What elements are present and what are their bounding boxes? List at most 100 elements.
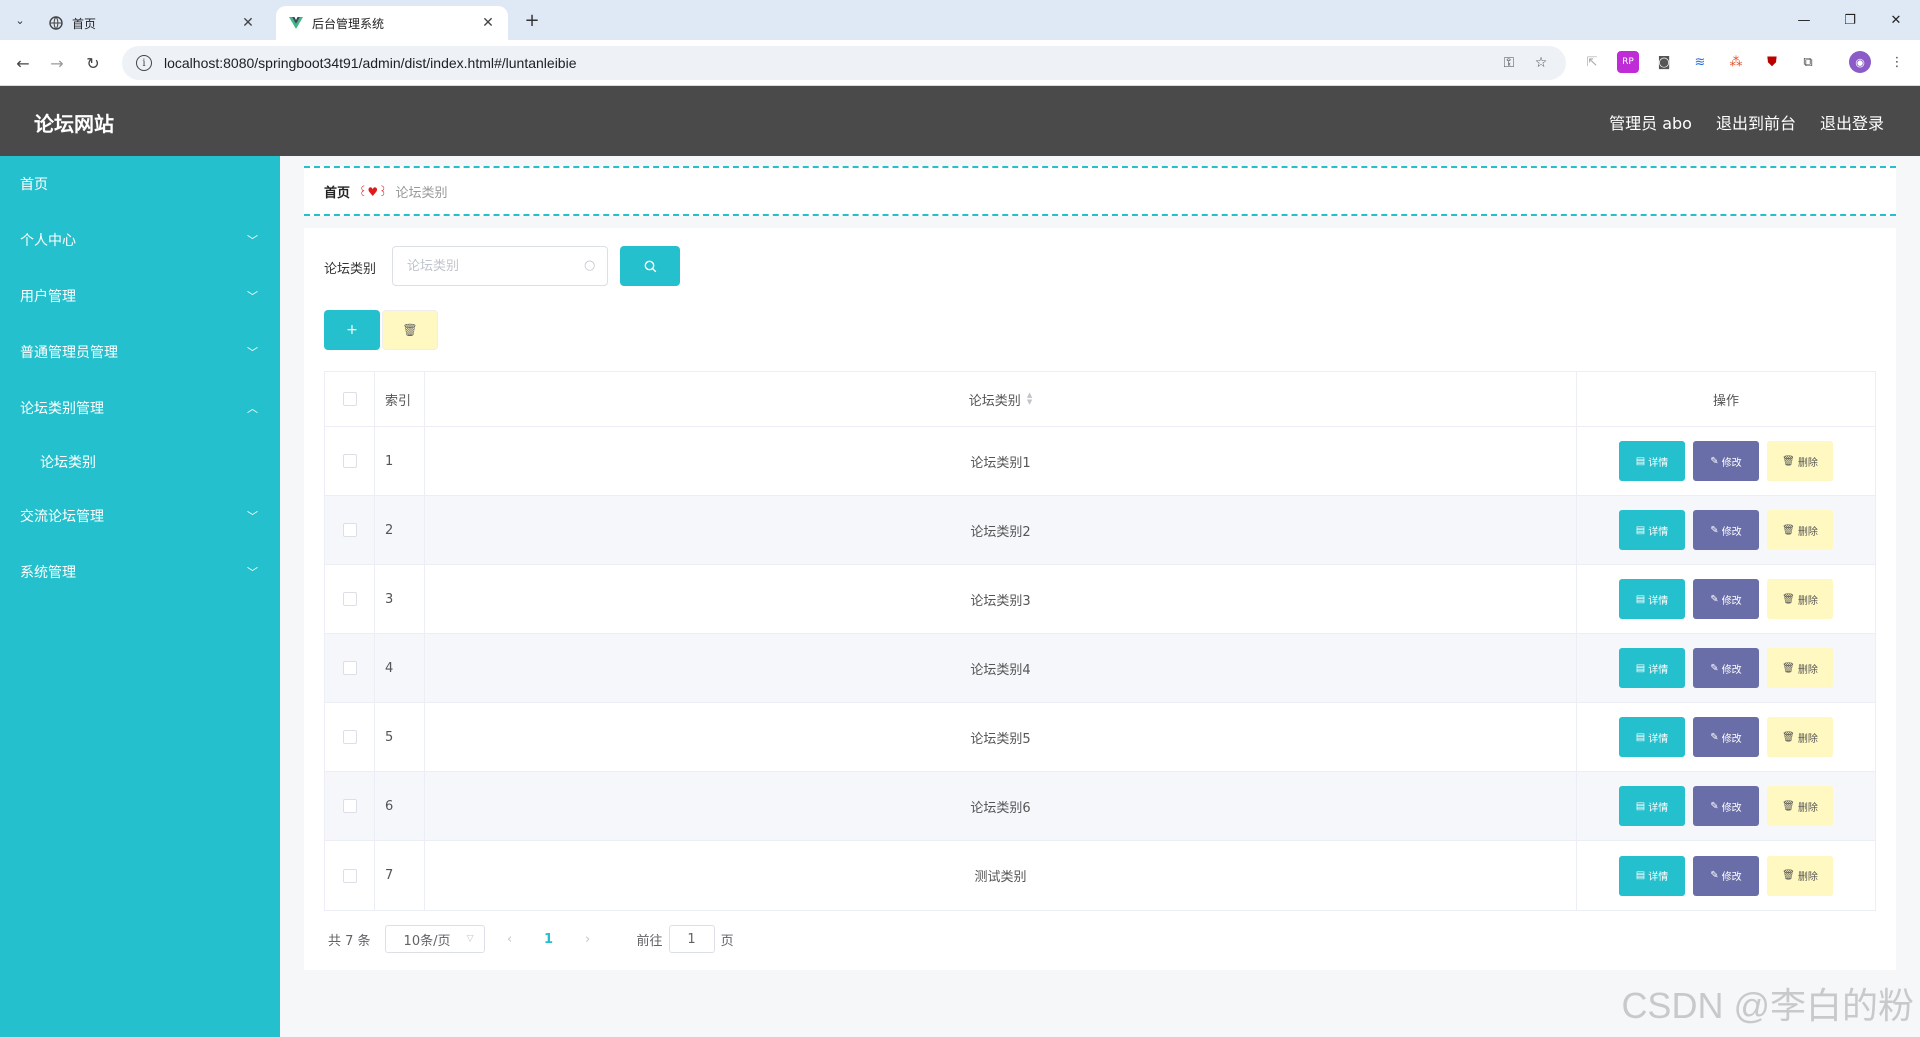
sort-icon[interactable]: ▲ ▼ (1027, 392, 1032, 406)
puzzle-extension-icon[interactable]: ⧉ (1797, 51, 1819, 73)
detail-label: 详情 (1648, 802, 1669, 814)
cursor-extension-icon[interactable]: ⇱ (1581, 51, 1603, 73)
rp-extension-icon[interactable]: RP (1617, 51, 1639, 73)
back-arrow-icon[interactable]: ← (10, 50, 36, 76)
sidebar-item-home[interactable]: 首页 (0, 156, 280, 212)
layers-extension-icon[interactable]: ≋ (1689, 51, 1711, 73)
sidebar-item-personal-center[interactable]: 个人中心 ﹀ (0, 212, 280, 268)
column-header-category[interactable]: 论坛类别 ▲ ▼ (425, 372, 1577, 426)
sidebar-item-category-management[interactable]: 论坛类别管理 ︿ (0, 380, 280, 436)
chevron-up-icon: ︿ (247, 402, 258, 415)
tab-search-chevron-icon[interactable]: ⌄ (8, 8, 32, 32)
site-info-icon[interactable]: i (136, 55, 152, 71)
table-row: 2 论坛类别2 ▤ 详情 ✎ 修改 🗑 删除 (325, 496, 1875, 565)
vue-icon (288, 15, 304, 31)
delete-button[interactable]: 🗑 删除 (1767, 579, 1833, 619)
profile-avatar-icon[interactable]: ◉ (1849, 51, 1871, 73)
row-check-cell (325, 496, 375, 564)
more-menu-icon[interactable]: ⋮ (1886, 51, 1908, 73)
row-checkbox[interactable] (342, 661, 357, 675)
bookmark-star-icon[interactable]: ☆ (1530, 55, 1552, 71)
row-checkbox[interactable] (342, 454, 357, 468)
page-size-select[interactable]: 10条/页 ▽ (384, 925, 485, 953)
pencil-icon: ✎ (1710, 731, 1719, 743)
edit-button[interactable]: ✎ 修改 (1693, 510, 1759, 550)
delete-button[interactable]: 🗑 删除 (1767, 648, 1833, 688)
reload-icon[interactable]: ↻ (80, 50, 106, 76)
row-actions: ▤ 详情 ✎ 修改 🗑 删除 (1577, 703, 1875, 771)
edit-button[interactable]: ✎ 修改 (1693, 786, 1759, 826)
detail-button[interactable]: ▤ 详情 (1619, 786, 1685, 826)
detail-button[interactable]: ▤ 详情 (1619, 579, 1685, 619)
exit-to-front-link[interactable]: 退出到前台 (1716, 110, 1796, 134)
row-actions: ▤ 详情 ✎ 修改 🗑 删除 (1577, 841, 1875, 910)
close-icon[interactable]: ✕ (480, 15, 496, 31)
delete-button[interactable]: 🗑 删除 (1767, 786, 1833, 826)
detail-button[interactable]: ▤ 详情 (1619, 510, 1685, 550)
sidebar-item-system-management[interactable]: 系统管理 ﹀ (0, 544, 280, 600)
row-checkbox[interactable] (342, 730, 357, 744)
delete-button[interactable]: 🗑 删除 (1767, 441, 1833, 481)
key-icon[interactable]: ⚿ (1498, 55, 1520, 71)
document-icon: ▤ (1635, 731, 1646, 743)
delete-label: 删除 (1797, 664, 1818, 676)
window-close-icon[interactable]: ✕ (1874, 6, 1918, 34)
select-all-cell (325, 372, 375, 426)
batch-delete-button[interactable]: 🗑 (382, 310, 438, 350)
edit-button[interactable]: ✎ 修改 (1693, 855, 1759, 896)
new-tab-plus-icon[interactable]: + (520, 8, 544, 32)
sidebar-subitem-category[interactable]: 论坛类别 (0, 436, 280, 488)
shield-extension-icon[interactable]: ⛊ (1761, 51, 1783, 73)
add-button[interactable]: + (324, 310, 380, 350)
row-checkbox[interactable] (342, 868, 357, 883)
media-extension-icon[interactable]: ◙ (1653, 51, 1675, 73)
sidebar-item-label: 论坛类别管理 (20, 401, 104, 417)
edit-button[interactable]: ✎ 修改 (1693, 648, 1759, 688)
edit-label: 修改 (1721, 733, 1742, 745)
sidebar-item-label: 交流论坛管理 (20, 509, 104, 525)
goto-page-input[interactable] (668, 925, 715, 953)
row-checkbox[interactable] (342, 592, 357, 606)
prev-page-icon[interactable]: ‹ (495, 932, 525, 947)
row-check-cell (325, 427, 375, 495)
table-row: 1 论坛类别1 ▤ 详情 ✎ 修改 🗑 删除 (325, 427, 1875, 496)
edit-button[interactable]: ✎ 修改 (1693, 717, 1759, 757)
select-all-checkbox[interactable] (342, 392, 357, 406)
close-icon[interactable]: ✕ (240, 15, 256, 31)
table-row: 7 测试类别 ▤ 详情 ✎ 修改 🗑 删除 (325, 841, 1875, 910)
pencil-icon: ✎ (1710, 800, 1719, 812)
delete-button[interactable]: 🗑 删除 (1767, 510, 1833, 550)
delete-button[interactable]: 🗑 删除 (1767, 717, 1833, 757)
sidebar-item-admin-management[interactable]: 普通管理员管理 ﹀ (0, 324, 280, 380)
search-input[interactable] (392, 246, 608, 286)
row-checkbox[interactable] (342, 799, 357, 813)
sidebar-item-forum-management[interactable]: 交流论坛管理 ﹀ (0, 488, 280, 544)
browser-tab-admin[interactable]: 后台管理系统 ✕ (276, 6, 508, 40)
detail-button[interactable]: ▤ 详情 (1619, 648, 1685, 688)
document-icon: ▤ (1635, 870, 1646, 881)
search-label: 论坛类别 (324, 262, 377, 277)
detail-button[interactable]: ▤ 详情 (1619, 717, 1685, 757)
edit-button[interactable]: ✎ 修改 (1693, 441, 1759, 481)
breadcrumb-home[interactable]: 首页 (324, 182, 350, 201)
detail-button[interactable]: ▤ 详情 (1619, 855, 1685, 896)
edit-button[interactable]: ✎ 修改 (1693, 579, 1759, 619)
edit-label: 修改 (1721, 802, 1742, 814)
row-category-name: 论坛类别6 (425, 772, 1577, 840)
edit-label: 修改 (1721, 595, 1742, 607)
restore-icon[interactable]: ❐ (1828, 6, 1872, 34)
forward-arrow-icon[interactable]: → (44, 50, 70, 76)
row-category-name: 论坛类别4 (425, 634, 1577, 702)
delete-button[interactable]: 🗑 删除 (1767, 855, 1833, 896)
minimize-icon[interactable]: — (1782, 6, 1826, 34)
next-page-icon[interactable]: › (573, 932, 603, 947)
row-checkbox[interactable] (342, 523, 357, 537)
search-button[interactable] (620, 246, 680, 286)
detail-button[interactable]: ▤ 详情 (1619, 441, 1685, 481)
logout-link[interactable]: 退出登录 (1820, 110, 1884, 134)
current-page[interactable]: 1 (535, 932, 563, 947)
sidebar-item-user-management[interactable]: 用户管理 ﹀ (0, 268, 280, 324)
address-bar[interactable]: i localhost:8080/springboot34t91/admin/d… (122, 46, 1566, 80)
browser-tab-home[interactable]: 首页 ✕ (36, 6, 268, 40)
tree-extension-icon[interactable]: ⁂ (1725, 51, 1747, 73)
